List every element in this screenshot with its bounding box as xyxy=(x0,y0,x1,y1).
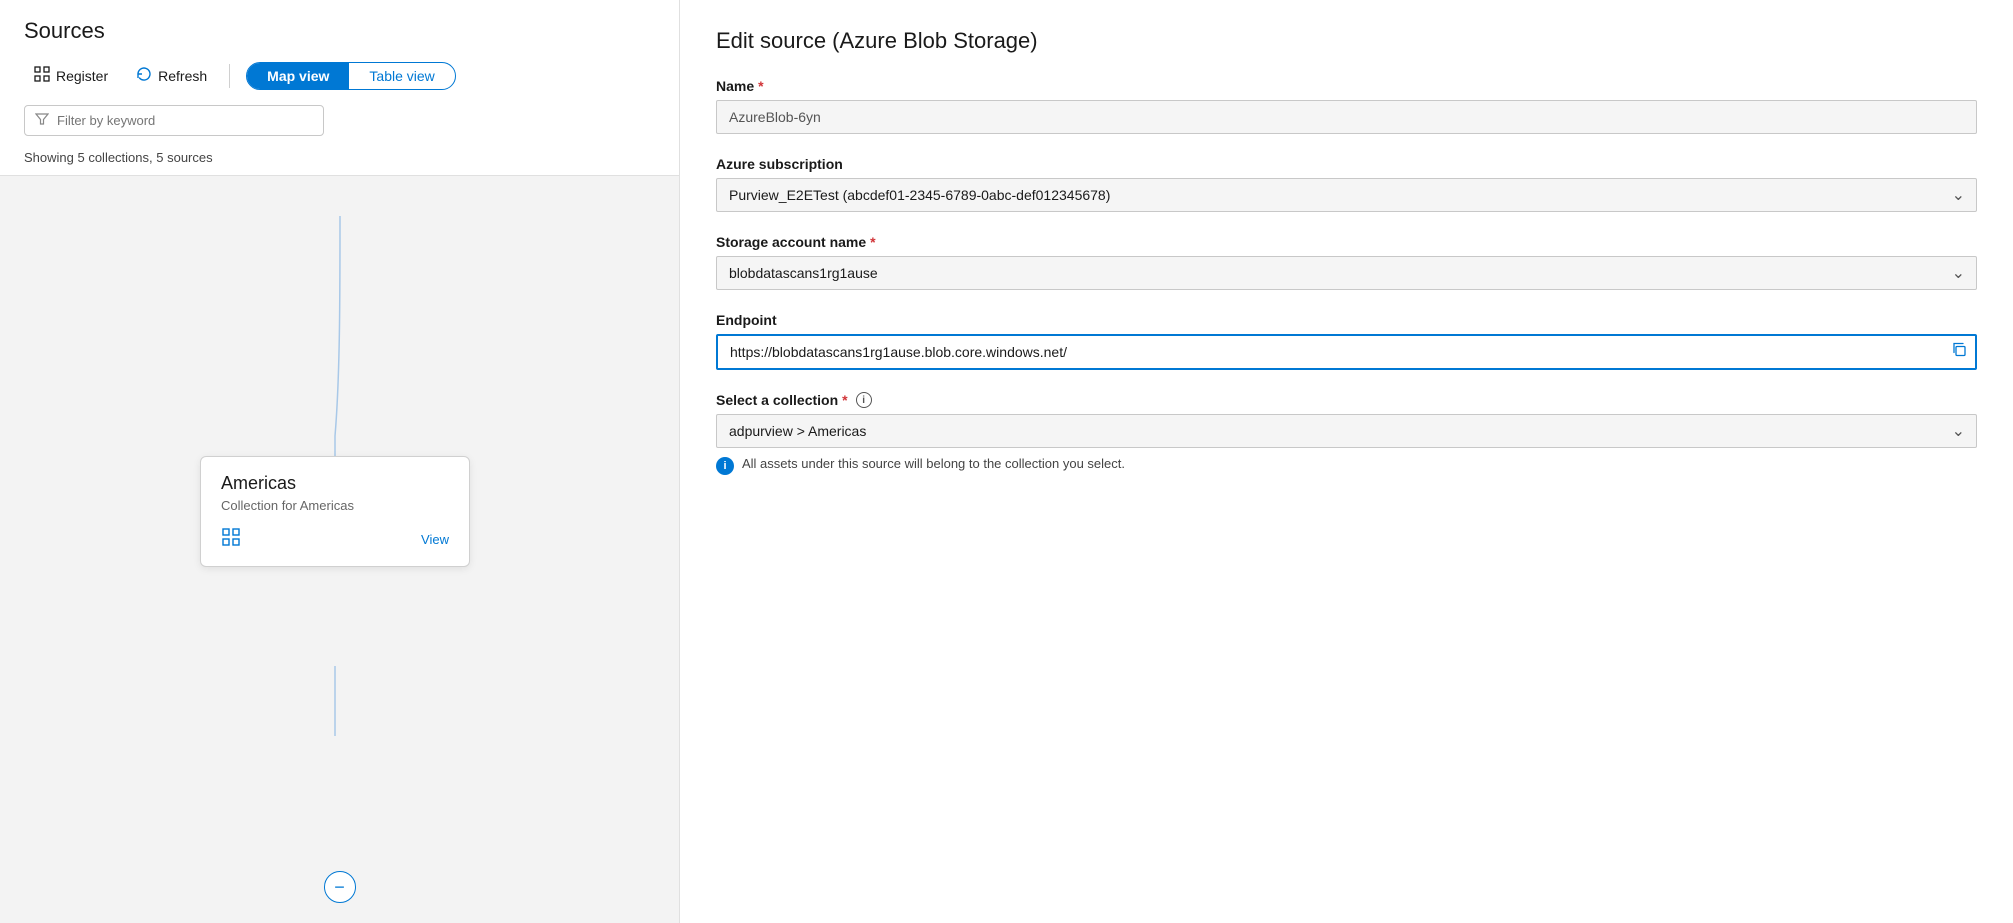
collection-info-icon: i xyxy=(856,392,872,408)
name-input[interactable] xyxy=(716,100,1977,134)
form-group-storage: Storage account name * blobdatascans1rg1… xyxy=(716,234,1977,290)
storage-required-star: * xyxy=(870,234,875,250)
zoom-minus-control[interactable]: − xyxy=(324,871,356,903)
collection-info-note: i All assets under this source will belo… xyxy=(716,456,1977,475)
endpoint-label: Endpoint xyxy=(716,312,1977,328)
view-toggle: Map view Table view xyxy=(246,62,456,90)
map-node-footer: View xyxy=(221,527,449,552)
map-node-view-link[interactable]: View xyxy=(421,532,449,547)
filter-input-wrap xyxy=(24,105,324,136)
showing-text: Showing 5 collections, 5 sources xyxy=(0,146,679,175)
refresh-button[interactable]: Refresh xyxy=(126,60,217,91)
copy-icon[interactable] xyxy=(1951,342,1967,363)
name-required-star: * xyxy=(758,78,763,94)
endpoint-input-wrap xyxy=(716,334,1977,370)
collection-required-star: * xyxy=(842,392,847,408)
collection-select-wrap: adpurview > Americas ⌄ xyxy=(716,414,1977,448)
filter-icon xyxy=(35,112,49,129)
register-label: Register xyxy=(56,68,108,84)
filter-input[interactable] xyxy=(57,113,313,128)
right-panel: Edit source (Azure Blob Storage) Name * … xyxy=(680,0,2013,923)
info-filled-icon: i xyxy=(716,457,734,475)
map-node-title: Americas xyxy=(221,473,449,494)
form-group-subscription: Azure subscription Purview_E2ETest (abcd… xyxy=(716,156,1977,212)
subscription-select-wrap: Purview_E2ETest (abcdef01-2345-6789-0abc… xyxy=(716,178,1977,212)
collection-select[interactable]: adpurview > Americas xyxy=(716,414,1977,448)
register-grid-icon xyxy=(34,66,50,85)
collection-note-text: All assets under this source will belong… xyxy=(742,456,1125,471)
table-view-button[interactable]: Table view xyxy=(349,63,454,89)
map-node-americas: Americas Collection for Americas View xyxy=(200,456,470,567)
refresh-label: Refresh xyxy=(158,68,207,84)
subscription-select[interactable]: Purview_E2ETest (abcdef01-2345-6789-0abc… xyxy=(716,178,1977,212)
map-view-button[interactable]: Map view xyxy=(247,63,349,89)
form-group-collection: Select a collection * i adpurview > Amer… xyxy=(716,392,1977,475)
subscription-label: Azure subscription xyxy=(716,156,1977,172)
zoom-minus-icon: − xyxy=(334,877,345,898)
map-area: Americas Collection for Americas View − xyxy=(0,175,679,923)
name-label: Name * xyxy=(716,78,1977,94)
toolbar-divider xyxy=(229,64,230,88)
left-header: Sources Register xyxy=(0,0,679,105)
refresh-icon xyxy=(136,66,152,85)
left-panel: Sources Register xyxy=(0,0,680,923)
toolbar: Register Refresh Map view Table view xyxy=(24,60,655,91)
sources-title: Sources xyxy=(24,18,655,44)
register-button[interactable]: Register xyxy=(24,60,118,91)
form-group-name: Name * xyxy=(716,78,1977,134)
panel-title: Edit source (Azure Blob Storage) xyxy=(716,28,1977,54)
form-group-endpoint: Endpoint xyxy=(716,312,1977,370)
storage-select[interactable]: blobdatascans1rg1ause xyxy=(716,256,1977,290)
collection-label: Select a collection * i xyxy=(716,392,1977,408)
storage-label: Storage account name * xyxy=(716,234,1977,250)
map-node-grid-icon xyxy=(221,527,241,552)
map-node-subtitle: Collection for Americas xyxy=(221,498,449,513)
filter-row xyxy=(0,105,679,146)
storage-select-wrap: blobdatascans1rg1ause ⌄ xyxy=(716,256,1977,290)
endpoint-input[interactable] xyxy=(716,334,1977,370)
